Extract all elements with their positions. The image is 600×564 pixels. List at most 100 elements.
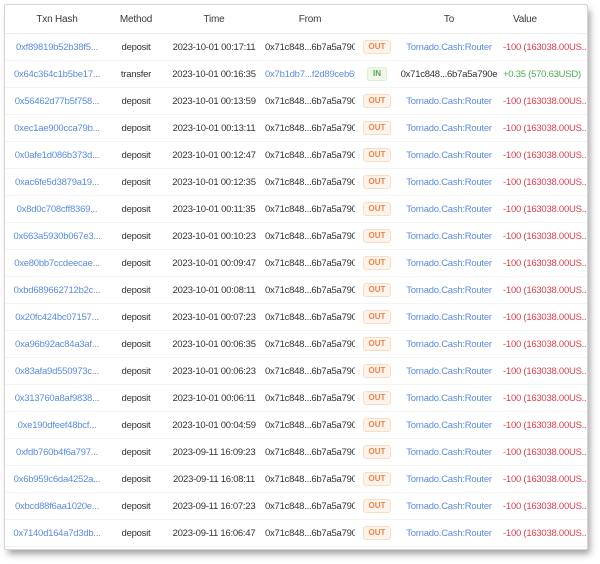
- direction-badge: IN: [367, 67, 387, 81]
- from-address: 0x71c848...6b7a5a790e: [265, 500, 355, 512]
- value-cell: -100 (163038.00US...: [503, 95, 587, 107]
- value-cell: +0.35 (570.63USD): [503, 68, 581, 80]
- from-address[interactable]: 0x7b1db7...f2d89ceb6f: [265, 69, 355, 80]
- to-link[interactable]: Tornado.Cash:Router: [399, 339, 499, 350]
- txn-hash-link[interactable]: 0x83afa9d550973c...: [5, 366, 109, 377]
- from-address: 0x71c848...6b7a5a790e: [265, 527, 355, 539]
- value-cell: -100 (163038.00US...: [503, 176, 587, 188]
- txn-hash-link[interactable]: 0x7140d164a7d3db...: [5, 528, 109, 539]
- direction-badge: OUT: [362, 364, 392, 378]
- to-link[interactable]: Tornado.Cash:Router: [399, 42, 499, 53]
- to-link[interactable]: Tornado.Cash:Router: [399, 528, 499, 539]
- direction-badge-wrap: OUT: [355, 121, 399, 135]
- txn-hash-link[interactable]: 0xbd689662712b2c...: [5, 285, 109, 296]
- column-header-value: Value: [513, 13, 537, 25]
- to-link[interactable]: Tornado.Cash:Router: [399, 312, 499, 323]
- from-address: 0x71c848...6b7a5a790e: [265, 392, 355, 404]
- from-address: 0x71c848...6b7a5a790e: [265, 446, 355, 458]
- value-cell: -100 (163038.00US...: [503, 311, 587, 323]
- direction-badge: OUT: [362, 121, 392, 135]
- txn-hash-link[interactable]: 0xfdb760b4f6a797...: [5, 447, 109, 458]
- table-row: 0x83afa9d550973c... deposit 2023-10-01 0…: [5, 358, 587, 385]
- value-cell: -100 (163038.00US...: [503, 473, 587, 485]
- time-cell: 2023-10-01 00:06:35: [172, 338, 256, 350]
- from-address: 0x71c848...6b7a5a790e: [265, 95, 355, 107]
- to-link[interactable]: Tornado.Cash:Router: [399, 231, 499, 242]
- direction-badge-wrap: OUT: [355, 445, 399, 459]
- method-cell: transfer: [120, 68, 152, 80]
- direction-badge: OUT: [362, 202, 392, 216]
- txn-hash-link[interactable]: 0x663a5930b067e3...: [5, 231, 109, 242]
- direction-badge: OUT: [362, 256, 392, 270]
- txn-hash-link[interactable]: 0x6b959c6da4252a...: [5, 474, 109, 485]
- txn-hash-link[interactable]: 0xe80bb7ccdeecae...: [5, 258, 109, 269]
- to-link[interactable]: Tornado.Cash:Router: [399, 258, 499, 269]
- direction-badge: OUT: [362, 148, 392, 162]
- from-address: 0x71c848...6b7a5a790e: [265, 365, 355, 377]
- method-cell: deposit: [121, 95, 151, 107]
- direction-badge: OUT: [362, 175, 392, 189]
- to-link[interactable]: Tornado.Cash:Router: [399, 447, 499, 458]
- txn-hash-link[interactable]: 0xa96b92ac84a3af...: [5, 339, 109, 350]
- txn-hash-link[interactable]: 0x64c364c1b5be17...: [5, 69, 109, 80]
- time-cell: 2023-10-01 00:06:11: [172, 392, 256, 404]
- direction-badge: OUT: [362, 526, 392, 540]
- to-link[interactable]: Tornado.Cash:Router: [399, 393, 499, 404]
- table-row: 0x8d0c708cff8369... deposit 2023-10-01 0…: [5, 196, 587, 223]
- txn-hash-link[interactable]: 0xf89819b52b38f5...: [5, 42, 109, 53]
- direction-badge: OUT: [362, 310, 392, 324]
- from-address: 0x71c848...6b7a5a790e: [265, 284, 355, 296]
- direction-badge-wrap: OUT: [355, 499, 399, 513]
- direction-badge-wrap: OUT: [355, 472, 399, 486]
- direction-badge: OUT: [362, 445, 392, 459]
- txn-hash-link[interactable]: 0x56462d77b5f758...: [5, 96, 109, 107]
- time-cell: 2023-10-01 00:07:23: [172, 311, 256, 323]
- table-row: 0x56462d77b5f758... deposit 2023-10-01 0…: [5, 88, 587, 115]
- to-link[interactable]: Tornado.Cash:Router: [399, 420, 499, 431]
- to-link[interactable]: Tornado.Cash:Router: [399, 150, 499, 161]
- to-link[interactable]: Tornado.Cash:Router: [399, 204, 499, 215]
- method-cell: deposit: [121, 500, 151, 512]
- table-row: 0xa96b92ac84a3af... deposit 2023-10-01 0…: [5, 331, 587, 358]
- time-cell: 2023-10-01 00:11:35: [172, 203, 256, 215]
- table-row: 0x6b959c6da4252a... deposit 2023-09-11 1…: [5, 466, 587, 493]
- txn-hash-link[interactable]: 0x8d0c708cff8369...: [5, 204, 109, 215]
- table-row: 0x5c3afa70041822... deposit 2023-09-11 1…: [5, 547, 587, 549]
- from-address: 0x71c848...6b7a5a790e: [265, 419, 355, 431]
- value-cell: -100 (163038.00US...: [503, 41, 587, 53]
- to-link[interactable]: Tornado.Cash:Router: [399, 123, 499, 134]
- direction-badge-wrap: OUT: [355, 94, 399, 108]
- to-link[interactable]: Tornado.Cash:Router: [399, 177, 499, 188]
- column-header-time: Time: [203, 13, 225, 25]
- table-row: 0x663a5930b067e3... deposit 2023-10-01 0…: [5, 223, 587, 250]
- direction-badge: OUT: [362, 418, 392, 432]
- method-cell: deposit: [121, 446, 151, 458]
- direction-badge: OUT: [362, 283, 392, 297]
- to-link[interactable]: Tornado.Cash:Router: [399, 474, 499, 485]
- to-link[interactable]: Tornado.Cash:Router: [399, 96, 499, 107]
- to-address: 0x71c848...6b7a5a790e: [400, 68, 498, 80]
- to-link[interactable]: Tornado.Cash:Router: [399, 285, 499, 296]
- time-cell: 2023-09-11 16:06:47: [172, 527, 256, 539]
- table-row: 0xec1ae900cca79b... deposit 2023-10-01 0…: [5, 115, 587, 142]
- direction-badge: OUT: [362, 40, 392, 54]
- table-row: 0x313760a8af9838... deposit 2023-10-01 0…: [5, 385, 587, 412]
- column-header-txn-hash: Txn Hash: [36, 13, 78, 25]
- txn-hash-link[interactable]: 0x313760a8af9838...: [5, 393, 109, 404]
- txn-hash-link[interactable]: 0xbcd88f6aa1020e...: [5, 501, 109, 512]
- txn-hash-link[interactable]: 0xac6fe5d3879a19...: [5, 177, 109, 188]
- direction-badge: OUT: [362, 472, 392, 486]
- time-cell: 2023-10-01 00:12:47: [172, 149, 256, 161]
- txn-hash-link[interactable]: 0xe190dfeef48bcf...: [5, 420, 109, 431]
- from-address: 0x71c848...6b7a5a790e: [265, 41, 355, 53]
- to-link[interactable]: Tornado.Cash:Router: [399, 501, 499, 512]
- txn-hash-link[interactable]: 0x20fc424bc07157...: [5, 312, 109, 323]
- from-address: 0x71c848...6b7a5a790e: [265, 176, 355, 188]
- table-row: 0xbd689662712b2c... deposit 2023-10-01 0…: [5, 277, 587, 304]
- to-link[interactable]: Tornado.Cash:Router: [399, 366, 499, 377]
- method-cell: deposit: [121, 338, 151, 350]
- txn-hash-link[interactable]: 0x0afe1d086b373d...: [5, 150, 109, 161]
- time-cell: 2023-09-11 16:08:11: [172, 473, 256, 485]
- txn-hash-link[interactable]: 0xec1ae900cca79b...: [5, 123, 109, 134]
- method-cell: deposit: [121, 311, 151, 323]
